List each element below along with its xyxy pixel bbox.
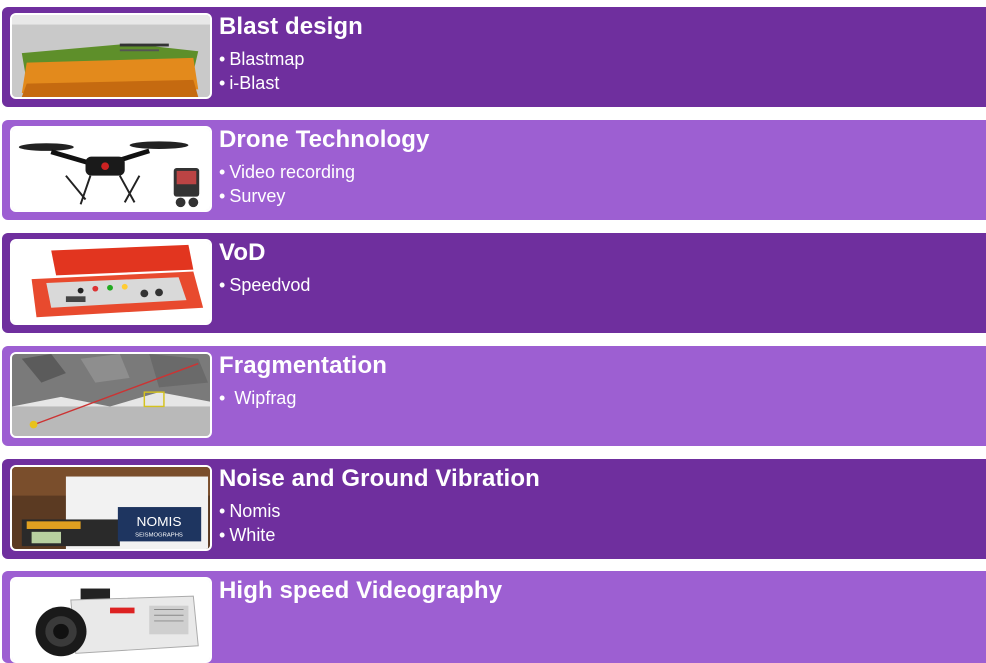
section-title: Blast design xyxy=(219,13,363,40)
list-item: • Blastmap xyxy=(219,49,305,69)
section-items: • Nomis • White xyxy=(219,499,280,547)
list-item: • Speedvod xyxy=(219,275,311,295)
list-item: • Survey xyxy=(219,186,286,206)
section-blast-design[interactable]: Blast design • Blastmap • i-Blast xyxy=(2,7,986,107)
nomis-brand-text: NOMIS xyxy=(137,514,182,529)
section-title: Noise and Ground Vibration xyxy=(219,465,540,492)
section-title: VoD xyxy=(219,239,266,266)
list-item: • i-Blast xyxy=(219,73,280,93)
list-item: • Wipfrag xyxy=(219,388,297,408)
section-fragmentation[interactable]: Fragmentation • Wipfrag xyxy=(2,346,986,446)
section-title: High speed Videography xyxy=(219,577,503,604)
drone-thumbnail xyxy=(10,126,212,212)
section-drone-technology[interactable]: Drone Technology • Video recording • Surve… xyxy=(2,120,986,220)
section-title: Drone Technology xyxy=(219,126,430,153)
vod-device-thumbnail xyxy=(10,239,212,325)
section-title: Fragmentation xyxy=(219,352,387,379)
section-noise-ground-vibration[interactable]: NOMIS SEISMOGRAPHS Noise and Ground Vibr… xyxy=(2,459,986,559)
list-item: • Nomis xyxy=(219,501,281,521)
section-items: • Blastmap • i-Blast xyxy=(219,47,304,95)
section-high-speed-videography[interactable]: High speed Videography xyxy=(2,571,986,663)
seismographs-subtext: SEISMOGRAPHS xyxy=(135,533,183,539)
high-speed-camera-thumbnail xyxy=(10,577,212,663)
blast-design-thumbnail xyxy=(10,13,212,99)
fragmentation-thumbnail xyxy=(10,352,212,438)
seismograph-thumbnail: NOMIS SEISMOGRAPHS xyxy=(10,465,212,551)
section-vod[interactable]: VoD • Speedvod xyxy=(2,233,986,333)
section-items: • Wipfrag xyxy=(219,386,296,410)
section-items: • Speedvod xyxy=(219,273,310,297)
section-items: • Video recording • Survey xyxy=(219,160,355,208)
list-item: • Video recording xyxy=(219,162,356,182)
list-item: • White xyxy=(219,525,276,545)
